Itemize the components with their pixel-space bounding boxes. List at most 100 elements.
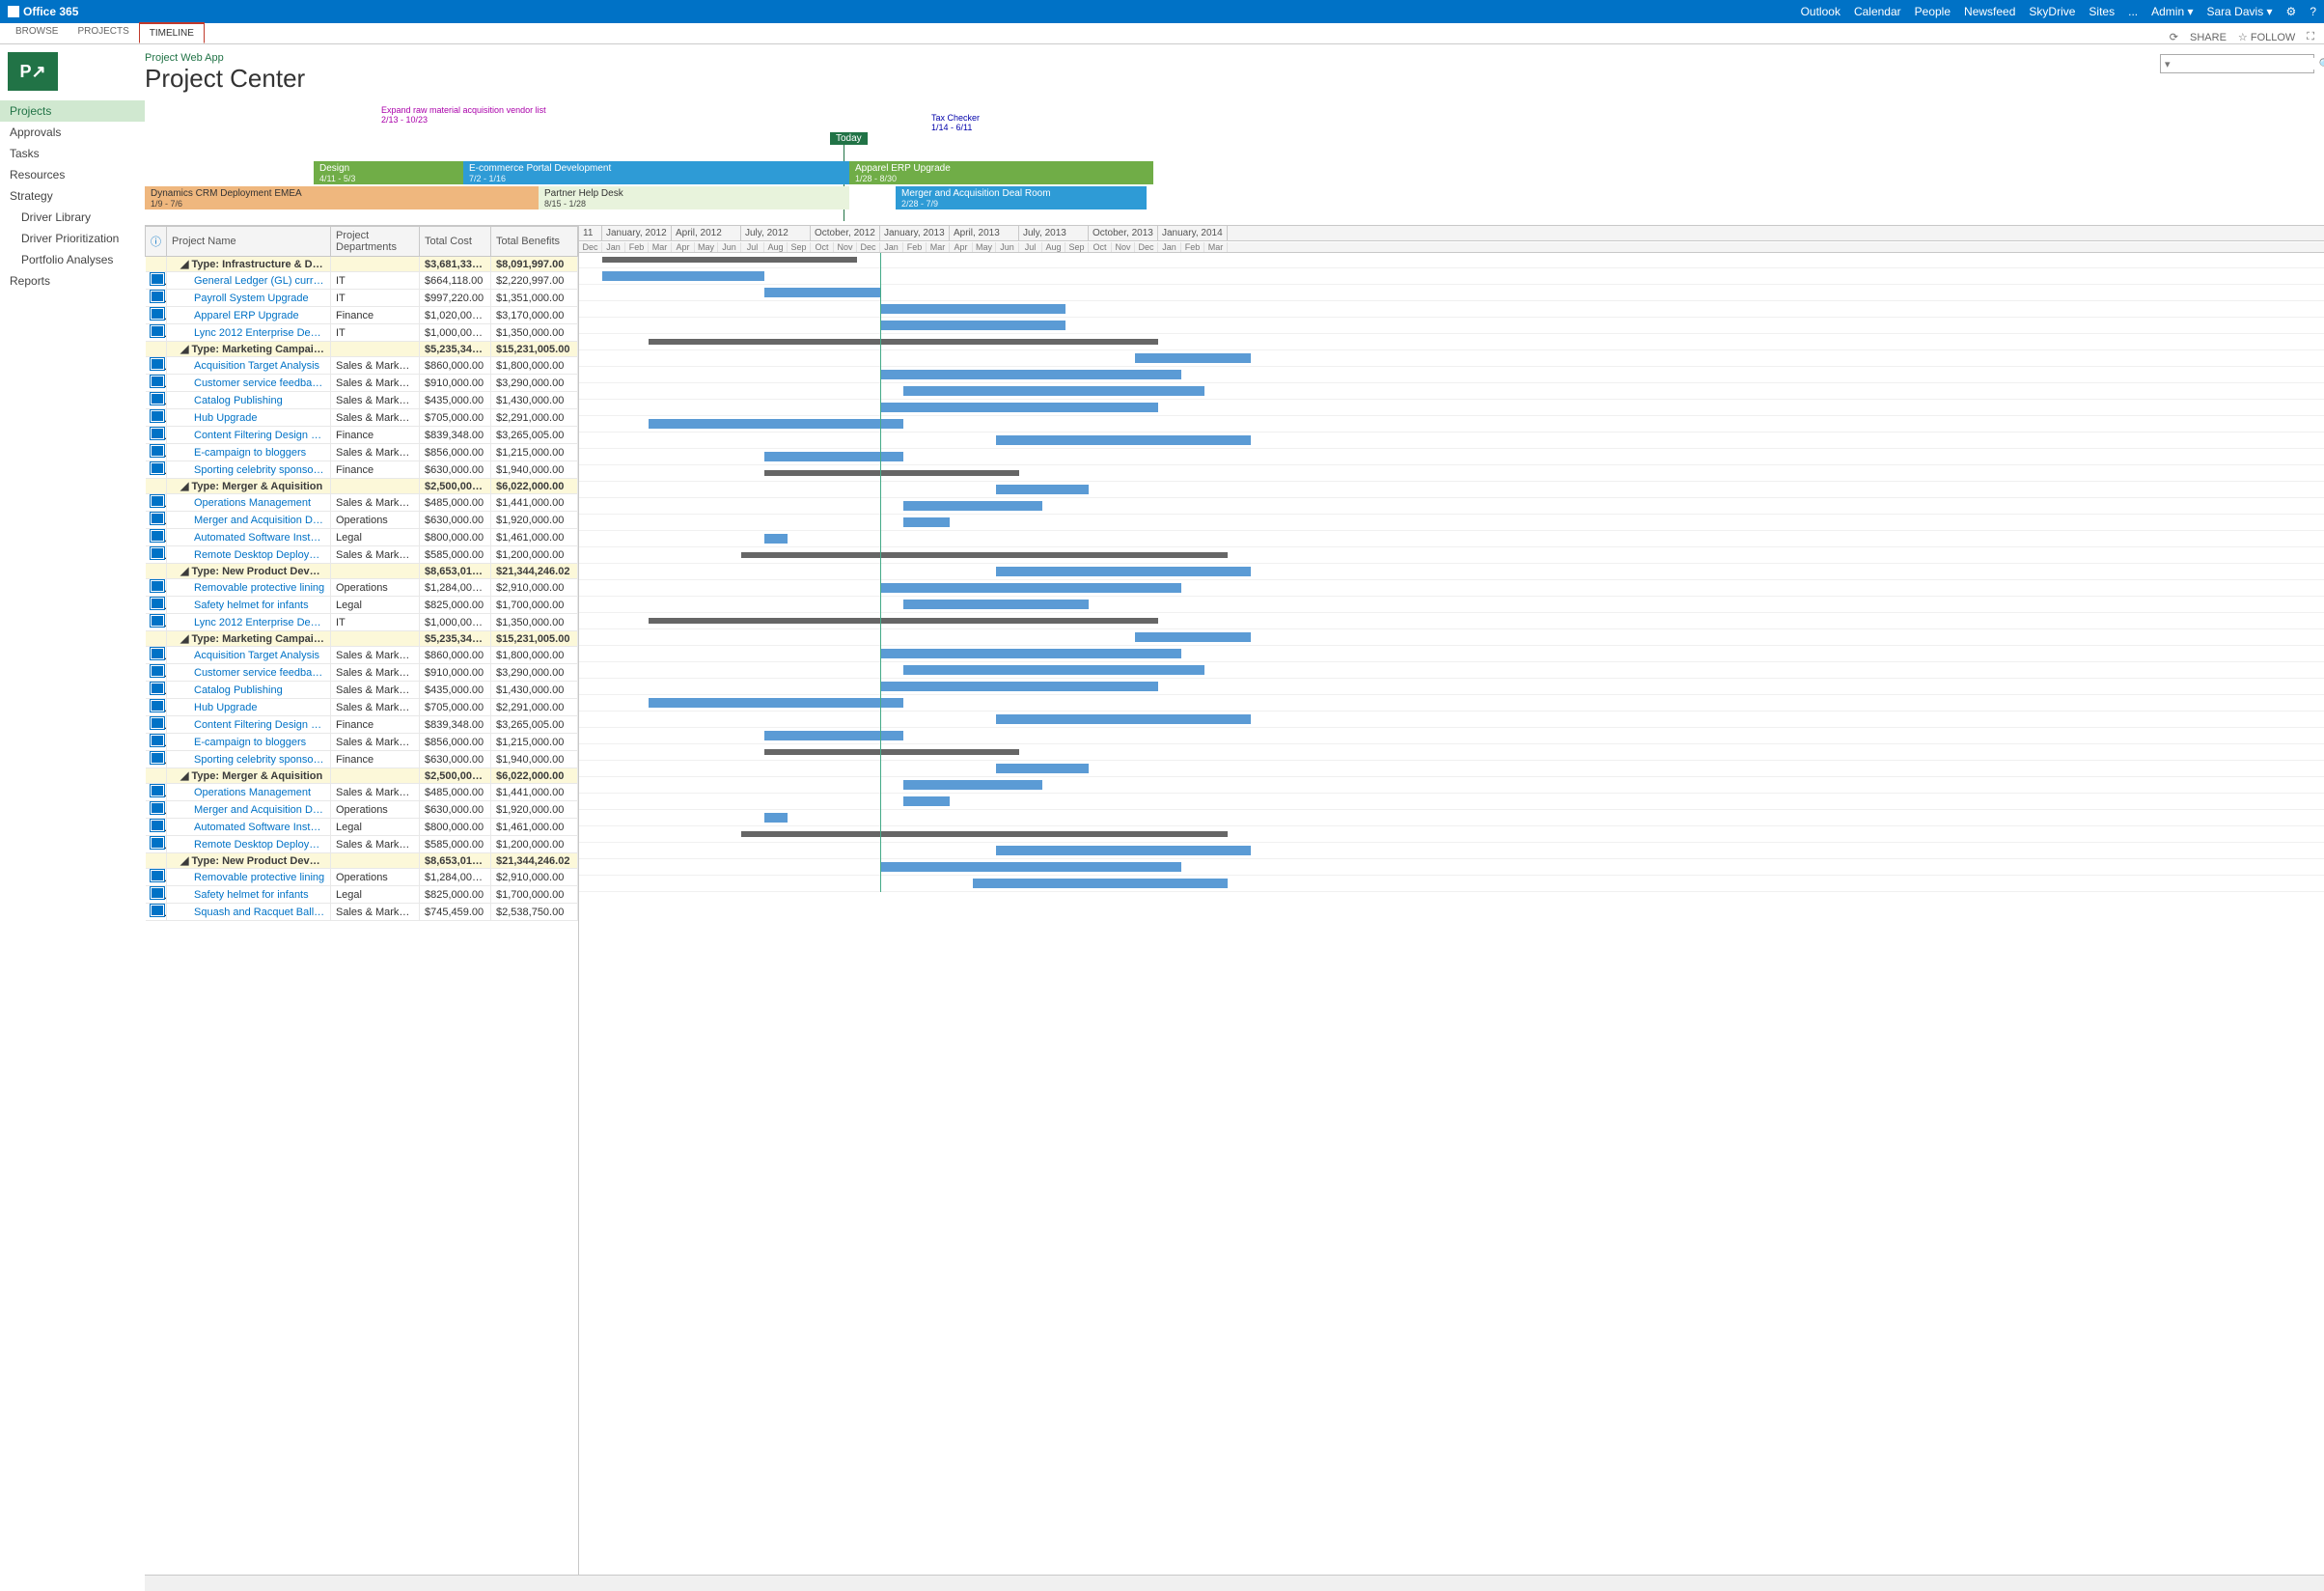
- gantt-bar[interactable]: [903, 665, 1204, 675]
- gantt-bar[interactable]: [880, 862, 1181, 872]
- search-box[interactable]: ▾ 🔍: [2160, 54, 2314, 73]
- gantt-bar[interactable]: [880, 370, 1181, 379]
- project-row[interactable]: Sporting celebrity sponsorship and endor…: [146, 751, 578, 768]
- ribbon-tab-browse[interactable]: BROWSE: [6, 22, 68, 43]
- project-row[interactable]: E-campaign to bloggersSales & Marketing$…: [146, 734, 578, 751]
- cell-name[interactable]: Content Filtering Design and Implementat…: [167, 716, 331, 734]
- cell-name[interactable]: Sporting celebrity sponsorship and endor…: [167, 751, 331, 768]
- nav-driver-library[interactable]: Driver Library: [0, 207, 145, 228]
- project-row[interactable]: Remote Desktop DeploymentSales & Marketi…: [146, 546, 578, 564]
- focus-icon[interactable]: ⛶: [2307, 31, 2314, 43]
- nav-approvals[interactable]: Approvals: [0, 122, 145, 143]
- gantt-bar[interactable]: [903, 501, 1042, 511]
- project-row[interactable]: Merger and Acquisition Deal RoomOperatio…: [146, 512, 578, 529]
- gantt-bar[interactable]: [764, 731, 903, 740]
- suite-link-people[interactable]: People: [1915, 5, 1950, 18]
- cell-name[interactable]: E-campaign to bloggers: [167, 444, 331, 461]
- project-row[interactable]: Acquisition Target AnalysisSales & Marke…: [146, 647, 578, 664]
- nav-strategy[interactable]: Strategy: [0, 185, 145, 207]
- project-row[interactable]: Catalog PublishingSales & Marketing$435,…: [146, 682, 578, 699]
- gantt-bar[interactable]: [880, 304, 1065, 314]
- project-row[interactable]: Payroll System UpgradeIT$997,220.00$1,35…: [146, 290, 578, 307]
- follow-button[interactable]: ☆ FOLLOW: [2238, 31, 2295, 43]
- group-row[interactable]: ◢ Type: New Product Development$8,653,01…: [146, 564, 578, 579]
- timeline-bar[interactable]: E-commerce Portal Development7/2 - 1/16: [463, 161, 849, 184]
- cell-name[interactable]: Payroll System Upgrade: [167, 290, 331, 307]
- project-row[interactable]: General Ledger (GL) currency updateIT$66…: [146, 272, 578, 290]
- gantt-bar[interactable]: [880, 583, 1181, 593]
- project-row[interactable]: Operations ManagementSales & Marketing$4…: [146, 494, 578, 512]
- project-row[interactable]: Hub UpgradeSales & Marketing$705,000.00$…: [146, 699, 578, 716]
- gantt-bar[interactable]: [880, 682, 1158, 691]
- gantt-bar[interactable]: [764, 452, 903, 461]
- nav-tasks[interactable]: Tasks: [0, 143, 145, 164]
- project-row[interactable]: Safety helmet for infantsLegal$825,000.0…: [146, 886, 578, 904]
- project-row[interactable]: Automated Software InstallationLegal$800…: [146, 819, 578, 836]
- gantt-bar[interactable]: [649, 698, 903, 708]
- cell-name[interactable]: Hub Upgrade: [167, 699, 331, 716]
- gantt-bar[interactable]: [1135, 632, 1251, 642]
- nav-reports[interactable]: Reports: [0, 270, 145, 292]
- search-input[interactable]: [2174, 58, 2319, 70]
- cell-name[interactable]: Remote Desktop Deployment: [167, 546, 331, 564]
- gantt-bar[interactable]: [764, 534, 788, 544]
- project-row[interactable]: Customer service feedback portalSales & …: [146, 664, 578, 682]
- timeline-bar[interactable]: Design4/11 - 5/3: [314, 161, 463, 184]
- group-row[interactable]: ◢ Type: Marketing Campaign$5,235,348.00$…: [146, 342, 578, 357]
- gantt-bar[interactable]: [996, 846, 1251, 855]
- column-header[interactable]: Total Benefits: [491, 227, 578, 257]
- ribbon-tab-timeline[interactable]: TIMELINE: [139, 22, 205, 43]
- breadcrumb[interactable]: Project Web App: [145, 52, 2324, 64]
- gantt-bar[interactable]: [996, 567, 1251, 576]
- cell-name[interactable]: Acquisition Target Analysis: [167, 647, 331, 664]
- gantt-bar[interactable]: [903, 600, 1089, 609]
- project-row[interactable]: Removable protective liningOperations$1,…: [146, 869, 578, 886]
- project-row[interactable]: Hub UpgradeSales & Marketing$705,000.00$…: [146, 409, 578, 427]
- help-icon[interactable]: ?: [2310, 5, 2316, 18]
- cell-name[interactable]: Acquisition Target Analysis: [167, 357, 331, 375]
- cell-name[interactable]: Customer service feedback portal: [167, 375, 331, 392]
- project-row[interactable]: Content Filtering Design and Implementat…: [146, 716, 578, 734]
- cell-name[interactable]: Lync 2012 Enterprise Deployment: [167, 614, 331, 631]
- cell-name[interactable]: Merger and Acquisition Deal Room: [167, 512, 331, 529]
- project-row[interactable]: Customer service feedback portalSales & …: [146, 375, 578, 392]
- share-button[interactable]: SHARE: [2190, 32, 2227, 43]
- gear-icon[interactable]: ⚙: [2286, 5, 2297, 18]
- gantt-bar[interactable]: [649, 419, 903, 429]
- project-row[interactable]: Automated Software InstallationLegal$800…: [146, 529, 578, 546]
- suite-link-outlook[interactable]: Outlook: [1801, 5, 1840, 18]
- suite-link-[interactable]: ...: [2128, 5, 2138, 18]
- cell-name[interactable]: Merger and Acquisition Deal Room: [167, 801, 331, 819]
- project-row[interactable]: Lync 2012 Enterprise DeploymentIT$1,000,…: [146, 614, 578, 631]
- gantt-bar[interactable]: [1135, 353, 1251, 363]
- project-row[interactable]: Merger and Acquisition Deal RoomOperatio…: [146, 801, 578, 819]
- suite-link-calendar[interactable]: Calendar: [1854, 5, 1901, 18]
- cell-name[interactable]: Hub Upgrade: [167, 409, 331, 427]
- cell-name[interactable]: Catalog Publishing: [167, 392, 331, 409]
- project-row[interactable]: Safety helmet for infantsLegal$825,000.0…: [146, 597, 578, 614]
- gantt-bar[interactable]: [764, 813, 788, 823]
- column-header[interactable]: Project Name: [167, 227, 331, 257]
- project-row[interactable]: Content Filtering Design and Implementat…: [146, 427, 578, 444]
- gantt-bar[interactable]: [903, 386, 1204, 396]
- gantt-bar[interactable]: [764, 749, 1019, 755]
- cell-name[interactable]: Operations Management: [167, 494, 331, 512]
- gantt-bar[interactable]: [996, 764, 1089, 773]
- suite-link-skydrive[interactable]: SkyDrive: [2029, 5, 2075, 18]
- gantt-bar[interactable]: [903, 780, 1042, 790]
- group-row[interactable]: ◢ Type: Marketing Campaign$5,235,348.00$…: [146, 631, 578, 647]
- cell-name[interactable]: Lync 2012 Enterprise Deployment: [167, 324, 331, 342]
- user-menu[interactable]: Sara Davis ▾: [2207, 5, 2273, 18]
- gantt-bar[interactable]: [996, 714, 1251, 724]
- column-header[interactable]: ⓘ: [146, 227, 167, 257]
- cell-name[interactable]: Automated Software Installation: [167, 529, 331, 546]
- cell-name[interactable]: Sporting celebrity sponsorship and endor…: [167, 461, 331, 479]
- cell-name[interactable]: General Ledger (GL) currency update: [167, 272, 331, 290]
- cell-name[interactable]: Operations Management: [167, 784, 331, 801]
- timeline-bar[interactable]: Partner Help Desk8/15 - 1/28: [539, 186, 849, 209]
- cell-name[interactable]: Apparel ERP Upgrade: [167, 307, 331, 324]
- project-row[interactable]: Squash and Racquet Ball Eye WearSales & …: [146, 904, 578, 921]
- timeline-bar[interactable]: Apparel ERP Upgrade1/28 - 8/30: [849, 161, 1153, 184]
- gantt-bar[interactable]: [973, 879, 1228, 888]
- gantt-bar[interactable]: [764, 470, 1019, 476]
